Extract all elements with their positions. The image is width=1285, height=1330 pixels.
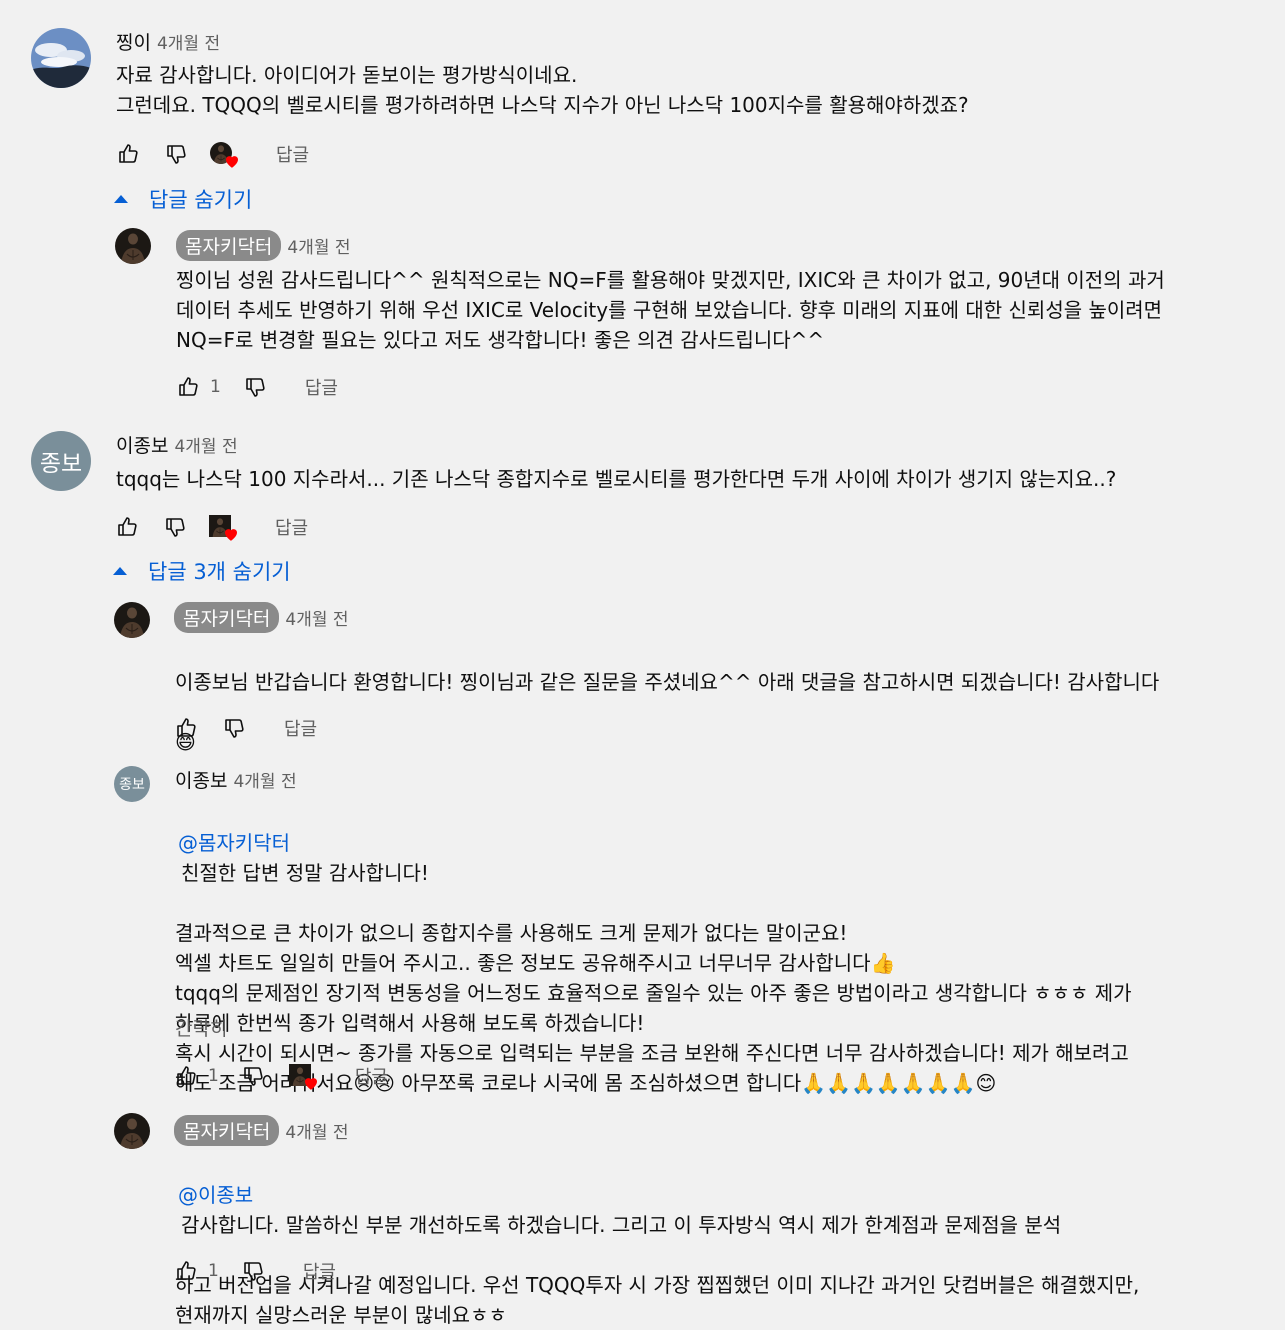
timestamp[interactable]: 4개월 전 [285,605,348,630]
thumbs-up-icon [174,1064,198,1088]
mention-link[interactable]: @몸자키닥터 [178,831,290,855]
like-button[interactable] [172,1062,200,1090]
creator-heart-icon [222,525,240,543]
dislike-button[interactable] [161,513,189,541]
thumbs-down-icon [243,375,267,399]
hide-replies-toggle[interactable]: 답글 3개 숨기기 [112,556,291,586]
reply-button[interactable]: 답글 [303,1258,336,1284]
reply-actions: 답글 [172,713,317,743]
thumbs-down-icon [164,142,188,166]
like-button[interactable] [114,140,142,168]
like-button[interactable] [113,513,141,541]
creator-heart [289,1062,321,1090]
avatar-initials: 종보 [39,451,83,477]
timestamp[interactable]: 4개월 전 [285,1118,348,1143]
thumbs-down-icon [241,1064,265,1088]
avatar-image [114,602,150,638]
timestamp[interactable]: 4개월 전 [287,233,350,258]
reply-avatar[interactable] [115,228,151,264]
like-button[interactable] [172,1257,200,1285]
dislike-button[interactable] [239,1257,267,1285]
creator-heart-icon [302,1074,320,1092]
comment-text: 자료 감사합니다. 아이디어가 돋보이는 평가방식이네요. 그런데요. TQQQ… [116,63,969,117]
reply-header: 이종보 4개월 전 [175,766,297,793]
like-count: 1 [208,1261,219,1281]
hide-replies-toggle[interactable]: 답글 숨기기 [113,184,252,214]
dislike-button[interactable] [241,373,269,401]
thumbs-down-icon [241,1259,265,1283]
show-less-link[interactable]: 간략히 [175,1014,227,1041]
like-button[interactable] [172,714,200,742]
comment-thread-1: 찡이 4개월 전 자료 감사합니다. 아이디어가 돋보이는 평가방식이네요. 그… [0,0,1285,420]
avatar-initials: 종보 [119,777,145,793]
channel-owner-badge[interactable]: 몸자키닥터 [174,1115,280,1146]
thumbs-down-icon [163,515,187,539]
reply-text: @몸자키닥터 친절한 답변 정말 감사합니다! 결과적으로 큰 차이가 없으니 … [175,798,1265,1098]
reply-text-first: 친절한 답변 정말 감사합니다! [181,861,429,885]
avatar[interactable] [31,28,91,88]
hide-replies-label: 답글 3개 숨기기 [148,560,291,584]
reply-avatar[interactable]: 종보 [114,766,150,802]
reply-actions: 1 답글 [172,1061,388,1091]
comment-actions: 답글 [114,139,309,169]
like-count: 1 [208,1066,219,1086]
comment-thread-2: 종보 이종보 4개월 전 tqqq는 나스닥 100 지수라서... 기존 나스… [0,420,1285,1327]
comment-text: tqqq는 나스닥 100 지수라서... 기존 나스닥 종합지수로 벨로시티를… [116,467,1117,491]
timestamp[interactable]: 4개월 전 [157,29,220,54]
reply-avatar[interactable] [114,1113,150,1149]
reply-text-body: 이종보님 반갑습니다 환영합니다! 찡이님과 같은 질문을 주셨네요^^ 아래 … [175,670,1160,694]
creator-heart [209,513,241,541]
comment-header: 찡이 4개월 전 [116,28,220,55]
reply-actions: 1 답글 [172,1256,336,1286]
avatar-image [114,1113,150,1149]
timestamp[interactable]: 4개월 전 [174,432,237,457]
like-count: 1 [210,377,221,397]
thumbs-up-icon [116,142,140,166]
author-name[interactable]: 이종보 [175,766,227,793]
reply-text: @이종보 감사합니다. 말씀하신 부분 개선하도록 하겠습니다. 그리고 이 투… [175,1150,1265,1330]
avatar[interactable]: 종보 [31,431,91,491]
thumbs-up-icon [176,375,200,399]
caret-up-icon [114,195,128,203]
reply-button[interactable]: 답글 [284,715,317,741]
avatar-image [115,228,151,264]
reply-text: 이종보님 반갑습니다 환영합니다! 찡이님과 같은 질문을 주셨네요^^ 아래 … [175,637,1265,757]
reply-button[interactable]: 답글 [305,374,338,400]
comment-actions: 답글 [113,512,308,542]
creator-heart [210,140,242,168]
creator-heart-icon [223,152,241,170]
thumbs-up-icon [174,716,198,740]
reply-text-first: 감사합니다. 말씀하신 부분 개선하도록 하겠습니다. 그리고 이 투자방식 역… [181,1213,1062,1237]
hide-replies-label: 답글 숨기기 [149,188,253,212]
reply-button[interactable]: 답글 [275,514,308,540]
reply-header: 몸자키닥터 4개월 전 [174,602,349,633]
author-name[interactable]: 이종보 [116,431,168,458]
thumbs-up-icon [174,1259,198,1283]
reply-button[interactable]: 답글 [355,1063,388,1089]
reply-header: 몸자키닥터 4개월 전 [174,1115,349,1146]
reply-actions: 1 답글 [174,372,338,402]
timestamp[interactable]: 4개월 전 [233,767,296,792]
reply-avatar[interactable] [114,602,150,638]
caret-up-icon [113,567,127,575]
channel-owner-badge[interactable]: 몸자키닥터 [176,230,282,261]
thumbs-down-icon [222,716,246,740]
dislike-button[interactable] [162,140,190,168]
reply-header: 몸자키닥터 4개월 전 [176,230,351,261]
dislike-button[interactable] [239,1062,267,1090]
channel-owner-badge[interactable]: 몸자키닥터 [174,602,280,633]
thumbs-up-icon [115,515,139,539]
like-button[interactable] [174,373,202,401]
reply-text: 찡이님 성원 감사드립니다^^ 원칙적으로는 NQ=F를 활용해야 맞겠지만, … [176,268,1165,352]
mention-link[interactable]: @이종보 [178,1183,253,1207]
reply-button[interactable]: 답글 [276,141,309,167]
author-name[interactable]: 찡이 [116,28,151,55]
avatar-image [31,28,91,88]
dislike-button[interactable] [220,714,248,742]
comment-header: 이종보 4개월 전 [116,431,238,458]
